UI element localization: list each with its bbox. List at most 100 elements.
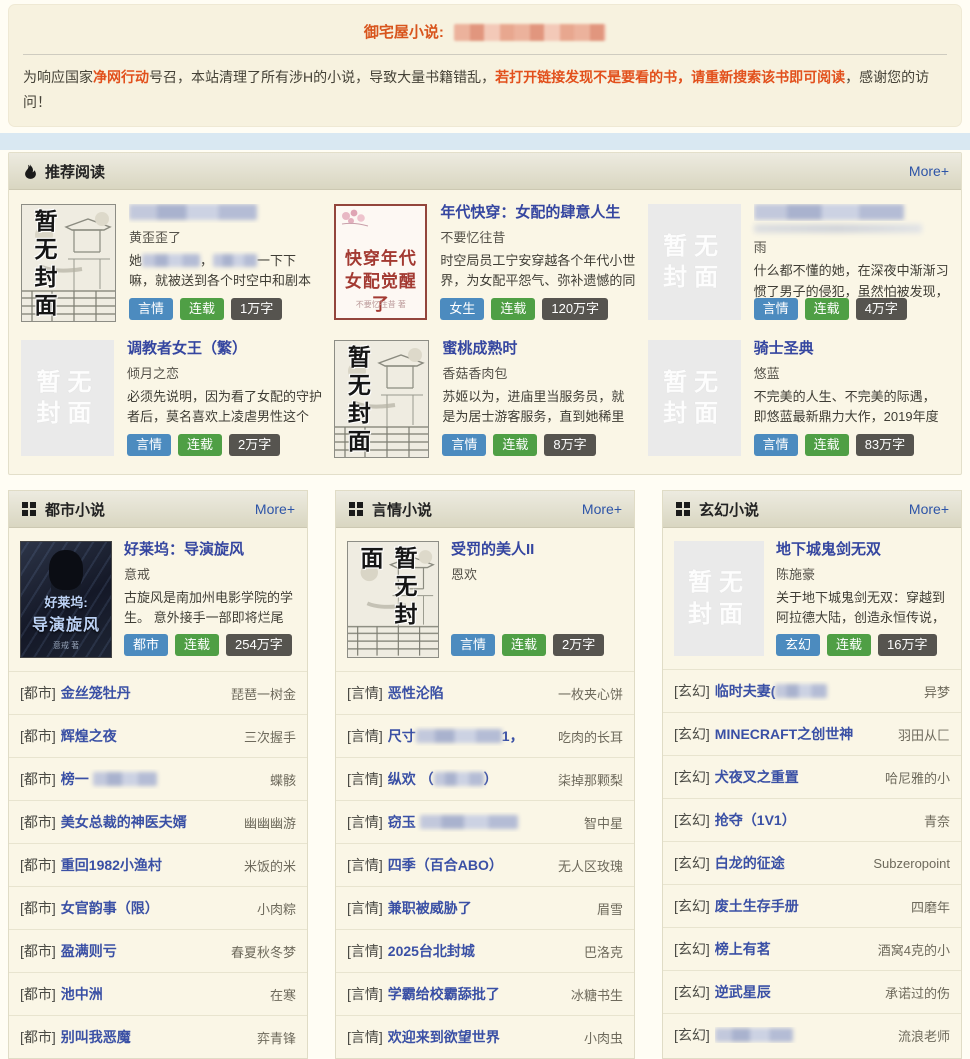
tag-genre[interactable]: 言情 xyxy=(127,434,171,456)
tag-genre[interactable]: 都市 xyxy=(124,634,168,656)
list-item[interactable]: [言情]欢迎来到欲望世界小肉虫 xyxy=(336,1015,634,1058)
tag-status[interactable]: 连载 xyxy=(491,298,535,320)
tag-genre[interactable]: 言情 xyxy=(754,434,798,456)
book-link[interactable]: 窃玉 xyxy=(388,812,576,832)
book-link[interactable]: 学霸给校霸舔批了 xyxy=(388,984,563,1004)
book-cover-red[interactable]: 快穿年代 女配觉醒了 不要忆往昔 著 xyxy=(334,204,427,320)
tag-status[interactable]: 连载 xyxy=(178,434,222,456)
book-link[interactable]: 重回1982小渔村 xyxy=(61,855,236,875)
book-cover-dark[interactable]: 好莱坞: 导演旋风 意戒 著 xyxy=(20,541,112,658)
list-item[interactable]: [都市]池中洲在寒 xyxy=(9,972,307,1015)
book-link[interactable]: 四季（百合ABO） xyxy=(388,855,550,875)
recommend-more-link[interactable]: More+ xyxy=(909,163,949,179)
list-item[interactable]: [言情]纵欢 （）柒掉那颗梨 xyxy=(336,757,634,800)
book-title-link[interactable]: 受罚的美人II xyxy=(451,541,623,560)
book-cover-placeholder-gray[interactable]: 暂无 封面 xyxy=(674,541,764,656)
list-item[interactable]: [玄幻]犬夜叉之重置哈尼雅的小 xyxy=(663,755,961,798)
list-item[interactable]: [玄幻]流浪老师 xyxy=(663,1013,961,1056)
book-title-link[interactable]: 地下城鬼剑无双 xyxy=(776,541,950,560)
book-link[interactable]: 欢迎来到欲望世界 xyxy=(388,1027,576,1047)
book-cover-placeholder-gray[interactable]: 暂无 封面 xyxy=(648,204,741,320)
book-title-link[interactable]: 调教者女王（繁） xyxy=(127,340,322,359)
tag-genre[interactable]: 玄幻 xyxy=(776,634,820,656)
book-link[interactable]: 金丝笼牡丹 xyxy=(61,683,223,703)
list-item[interactable]: [言情]学霸给校霸舔批了冰糖书生 xyxy=(336,972,634,1015)
book-link[interactable]: 辉煌之夜 xyxy=(61,726,236,746)
book-link[interactable] xyxy=(715,1027,890,1043)
tag-genre[interactable]: 言情 xyxy=(129,298,173,320)
book-link[interactable]: 纵欢 （） xyxy=(388,769,550,789)
column-more-link[interactable]: More+ xyxy=(255,501,295,517)
book-link[interactable]: 兼职被威胁了 xyxy=(388,898,589,918)
book-link[interactable]: 废土生存手册 xyxy=(715,896,903,916)
category-prefix: [都市] xyxy=(20,984,56,1004)
list-item[interactable]: [玄幻]废土生存手册四磨年 xyxy=(663,884,961,927)
book-link[interactable]: 榜一 xyxy=(61,769,262,789)
book-link[interactable]: 尺寸1， xyxy=(388,726,550,746)
list-item[interactable]: [言情]四季（百合ABO）无人区玫瑰 xyxy=(336,843,634,886)
book-title-link[interactable]: 蜜桃成熟时 xyxy=(442,340,635,359)
list-item[interactable]: [都市]美女总裁的神医夫婿幽幽幽游 xyxy=(9,800,307,843)
book-link[interactable]: 临时夫妻( xyxy=(715,681,916,701)
book-title-link[interactable]: 好莱坞：导演旋风 xyxy=(124,541,296,560)
list-item[interactable]: [玄幻]逆武星辰承诺过的伤 xyxy=(663,970,961,1013)
list-item[interactable]: [言情]窃玉 智中星 xyxy=(336,800,634,843)
column-more-link[interactable]: More+ xyxy=(909,501,949,517)
list-item[interactable]: [言情]尺寸1，吃肉的长耳 xyxy=(336,714,634,757)
book-link[interactable]: 白龙的征途 xyxy=(715,853,866,873)
book-link[interactable]: 盈满则亏 xyxy=(61,941,223,961)
book-link[interactable]: 逆武星辰 xyxy=(715,982,877,1002)
list-item[interactable]: [都市]金丝笼牡丹琵琶一树金 xyxy=(9,671,307,714)
redacted-site-url xyxy=(454,24,606,41)
list-item[interactable]: [都市]榜一 蝶骸 xyxy=(9,757,307,800)
book-link[interactable]: 抢夺（1V1） xyxy=(715,810,916,830)
book-author: 异梦 xyxy=(924,682,950,701)
book-title-link[interactable] xyxy=(129,204,322,223)
list-item[interactable]: [玄幻]榜上有茗酒窝4克的小 xyxy=(663,927,961,970)
book-cover-placeholder-gray[interactable]: 暂无 封面 xyxy=(648,340,741,456)
book-cover-placeholder-sketch[interactable]: 暂无封面 xyxy=(21,204,116,322)
book-title-link[interactable]: 年代快穿：女配的肆意人生 xyxy=(440,204,635,223)
tag-genre[interactable]: 言情 xyxy=(451,634,495,656)
book-author: 羽田从匚 xyxy=(898,725,950,744)
book-link[interactable]: MINECRAFT之创世神 xyxy=(715,724,890,744)
book-link[interactable]: 恶性沦陷 xyxy=(388,683,550,703)
tag-status[interactable]: 连载 xyxy=(805,434,849,456)
list-item[interactable]: [都市]女官韵事（限）小肉粽 xyxy=(9,886,307,929)
book-link[interactable]: 2025台北封城 xyxy=(388,941,576,961)
book-link[interactable]: 榜上有茗 xyxy=(715,939,870,959)
list-item[interactable]: [言情]兼职被威胁了眉雪 xyxy=(336,886,634,929)
book-link[interactable]: 犬夜叉之重置 xyxy=(715,767,877,787)
list-item[interactable]: [玄幻]抢夺（1V1）青奈 xyxy=(663,798,961,841)
list-item[interactable]: [言情]2025台北封城巴洛克 xyxy=(336,929,634,972)
book-cover-placeholder-sketch[interactable]: 暂无封面 xyxy=(347,541,439,658)
tag-status[interactable]: 连载 xyxy=(805,298,849,320)
list-item[interactable]: [都市]重回1982小渔村米饭的米 xyxy=(9,843,307,886)
tag-genre[interactable]: 言情 xyxy=(754,298,798,320)
tag-status[interactable]: 连载 xyxy=(180,298,224,320)
list-item[interactable]: [玄幻]MINECRAFT之创世神羽田从匚 xyxy=(663,712,961,755)
book-cover-placeholder-gray[interactable]: 暂无 封面 xyxy=(21,340,114,456)
list-item[interactable]: [玄幻]白龙的征途Subzeropoint xyxy=(663,841,961,884)
book-link[interactable]: 美女总裁的神医夫婿 xyxy=(61,812,236,832)
book-link[interactable]: 池中洲 xyxy=(61,984,262,1004)
book-link[interactable]: 别叫我恶魔 xyxy=(61,1027,249,1047)
tag-status[interactable]: 连载 xyxy=(493,434,537,456)
book-title-link[interactable]: 骑士圣典 xyxy=(754,340,949,359)
book-title-link[interactable] xyxy=(754,204,949,221)
tag-status[interactable]: 连载 xyxy=(175,634,219,656)
tag-genre[interactable]: 女生 xyxy=(440,298,484,320)
list-item[interactable]: [玄幻]临时夫妻(异梦 xyxy=(663,669,961,712)
book-cover-placeholder-sketch[interactable]: 暂无封面 xyxy=(334,340,429,458)
book-link[interactable]: 女官韵事（限） xyxy=(61,898,249,918)
tag-status[interactable]: 连载 xyxy=(827,634,871,656)
column-more-link[interactable]: More+ xyxy=(582,501,622,517)
list-item[interactable]: [言情]恶性沦陷一枚夹心饼 xyxy=(336,671,634,714)
book-title: 骑士圣典 xyxy=(754,340,814,357)
book-title: 临时夫妻( xyxy=(715,683,776,699)
list-item[interactable]: [都市]盈满则亏春夏秋冬梦 xyxy=(9,929,307,972)
tag-genre[interactable]: 言情 xyxy=(442,434,486,456)
list-item[interactable]: [都市]辉煌之夜三次握手 xyxy=(9,714,307,757)
list-item[interactable]: [都市]别叫我恶魔弈青锋 xyxy=(9,1015,307,1058)
tag-status[interactable]: 连载 xyxy=(502,634,546,656)
